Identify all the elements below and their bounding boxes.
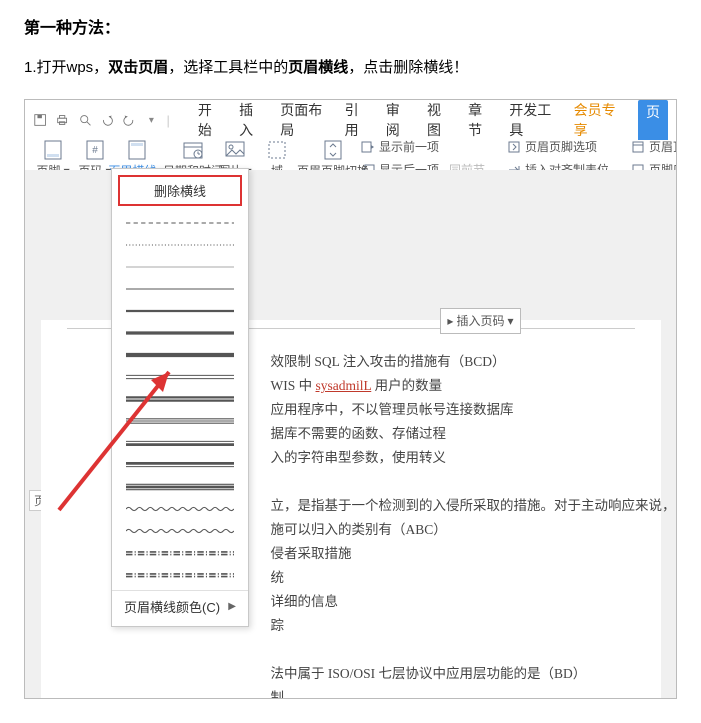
doc-line: 应用程序中，不以管理员帐号连接数据库	[271, 398, 635, 422]
show-prev-label: 显示前一项	[379, 138, 439, 155]
doc-line: 制	[271, 686, 635, 699]
line-style-16[interactable]	[112, 564, 248, 586]
line-style-3[interactable]	[112, 278, 248, 300]
line-style-14[interactable]	[112, 520, 248, 542]
header-top-margin[interactable]: 页眉顶	[631, 138, 677, 155]
save-icon[interactable]	[33, 112, 47, 128]
line-style-10[interactable]	[112, 432, 248, 454]
quickbar-sep: |	[167, 113, 170, 128]
instr-prefix: 1.打开wps，	[24, 59, 108, 76]
switch-icon	[319, 138, 347, 162]
preview-icon[interactable]	[78, 112, 92, 128]
options-icon	[507, 140, 521, 154]
datetime-icon	[179, 138, 207, 162]
line-style-8[interactable]	[112, 388, 248, 410]
prev-icon	[361, 140, 375, 154]
wps-screenshot: ▾ | 开始 插入 页面布局 引用 审阅 视图 章节 开发工具 会员专享 页 页…	[24, 99, 677, 699]
pagenum-icon: #	[81, 138, 109, 162]
doc-line: 侵者采取措施	[271, 542, 635, 566]
header-footer-options[interactable]: 页眉页脚选项	[507, 138, 609, 155]
print-icon[interactable]	[55, 112, 69, 128]
doc-line: 踪	[271, 614, 635, 638]
article-instruction: 1.打开wps，双击页眉，选择工具栏中的页眉横线，点击删除横线！	[24, 56, 677, 77]
line-style-4[interactable]	[112, 300, 248, 322]
header-top-label: 页眉顶	[649, 138, 677, 155]
article-heading: 第一种方法：	[24, 14, 677, 38]
doc-line	[271, 470, 635, 494]
doc-line: 施可以归入的类别有（ABC）	[271, 518, 635, 542]
delete-header-line-item[interactable]: 删除横线	[118, 175, 242, 206]
header-line-color-label: 页眉横线颜色(C)	[124, 597, 220, 616]
header-top-icon	[631, 140, 645, 154]
line-style-2[interactable]	[112, 256, 248, 278]
doc-line: WIS 中 sysadmilL 用户的数量	[271, 374, 635, 398]
instr-bold-2: 页眉横线	[288, 59, 348, 76]
doc-line: 详细的信息	[271, 590, 635, 614]
quick-access-bar: ▾ | 开始 插入 页面布局 引用 审阅 视图 章节 开发工具 会员专享 页	[33, 108, 668, 132]
line-style-11[interactable]	[112, 454, 248, 476]
instr-mid: ，选择工具栏中的	[168, 59, 288, 76]
footer-icon	[39, 138, 67, 162]
undo-icon[interactable]	[100, 112, 114, 128]
doc-line: 据库不需要的函数、存储过程	[271, 422, 635, 446]
doc-line: 效限制 SQL 注入攻击的措施有（BCD）	[271, 350, 635, 374]
instr-bold-1: 双击页眉	[108, 59, 168, 76]
line-style-7[interactable]	[112, 366, 248, 388]
redo-icon[interactable]	[122, 112, 136, 128]
chevron-right-icon: ▶	[228, 601, 236, 612]
header-line-dropdown: 删除横线 页眉横线颜色(C) ▶	[111, 168, 249, 627]
line-style-15[interactable]	[112, 542, 248, 564]
doc-line: 入的字符串型参数，使用转义	[271, 446, 635, 470]
line-style-6[interactable]	[112, 344, 248, 366]
line-style-1[interactable]	[112, 234, 248, 256]
insert-page-number-button[interactable]: ▸ 插入页码 ▾	[440, 308, 520, 334]
doc-line: 法中属于 ISO/OSI 七层协议中应用层功能的是（BD）	[271, 662, 635, 686]
doc-line	[271, 638, 635, 662]
line-style-5[interactable]	[112, 322, 248, 344]
dropdown-arrow-icon[interactable]: ▾	[144, 112, 158, 128]
show-prev[interactable]: 显示前一项	[361, 138, 485, 155]
header-line-icon	[123, 138, 151, 162]
field-icon	[263, 138, 291, 162]
doc-line: 统	[271, 566, 635, 590]
header-line-color-item[interactable]: 页眉横线颜色(C) ▶	[112, 590, 248, 622]
doc-line: 立，是指基于一个检测到的入侵所采取的措施。对于主动响应来说，其	[271, 494, 635, 518]
svg-text:#: #	[92, 145, 98, 156]
line-style-list	[112, 212, 248, 586]
picture-icon	[221, 138, 249, 162]
line-style-9[interactable]	[112, 410, 248, 432]
line-style-13[interactable]	[112, 498, 248, 520]
line-style-0[interactable]	[112, 212, 248, 234]
instr-suffix: ，点击删除横线！	[348, 59, 468, 76]
options-label: 页眉页脚选项	[525, 138, 597, 155]
line-style-12[interactable]	[112, 476, 248, 498]
page-body: 效限制 SQL 注入攻击的措施有（BCD）WIS 中 sysadmilL 用户的…	[271, 350, 635, 699]
